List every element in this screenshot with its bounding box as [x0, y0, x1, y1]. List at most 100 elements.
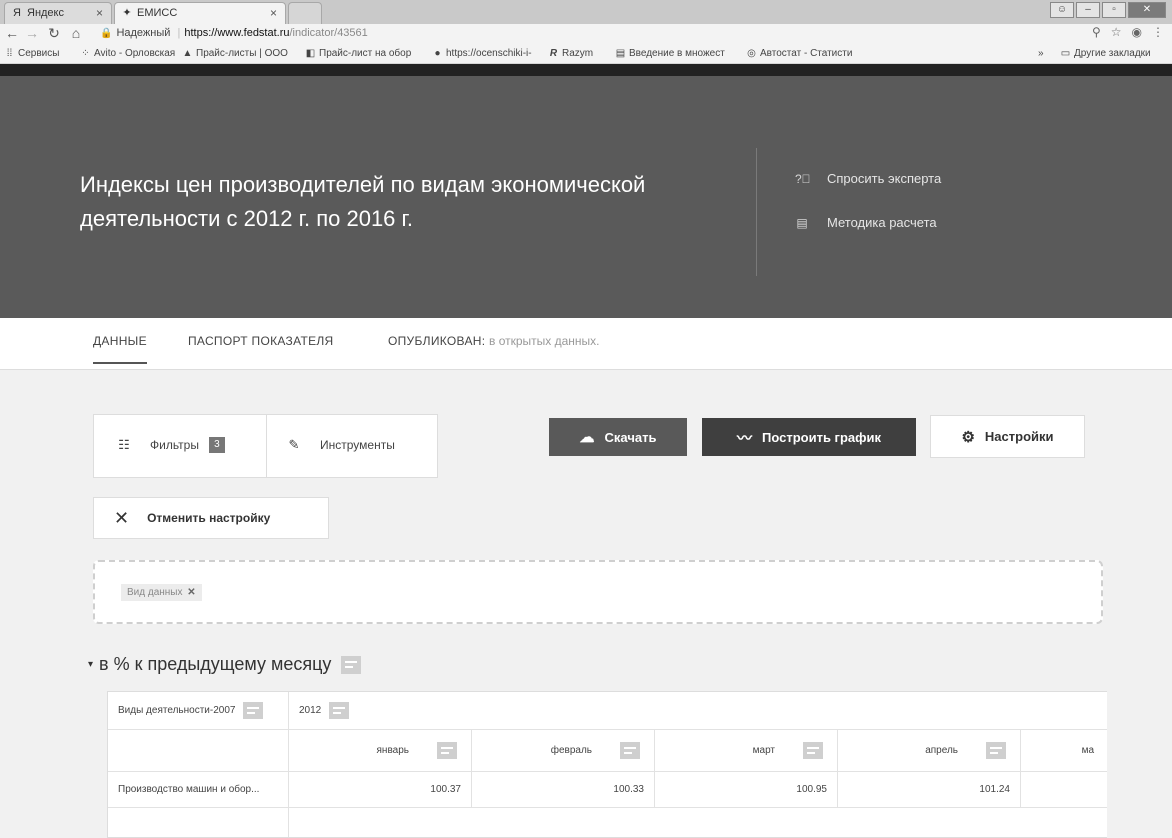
profile-icon[interactable]: ☺ — [1050, 2, 1074, 18]
url-host: https://www.fedstat.ru — [184, 27, 290, 39]
url-path: /indicator/43561 — [289, 27, 368, 39]
wrench-icon: ✎ — [288, 437, 300, 452]
page-subnav: ДАННЫЕ ПАСПОРТ ПОКАЗАТЕЛЯ ОПУБЛИКОВАН: в… — [0, 318, 1172, 370]
build-chart-button[interactable]: 〰 Построить график — [702, 418, 916, 456]
table-cell: 100.33 — [472, 772, 655, 808]
table-cell: 101.24 — [838, 772, 1021, 808]
filters-tools-panel: ☷ Фильтры 3 ✎ Инструменты — [93, 414, 438, 478]
gear-icon: ⚙ — [961, 428, 975, 446]
cancel-settings-label: Отменить настройку — [147, 511, 271, 525]
page-header: Индексы цен производителей по видам экон… — [0, 64, 1172, 318]
published-status: ОПУБЛИКОВАН: в открытых данных. — [388, 334, 600, 348]
tab-passport[interactable]: ПАСПОРТ ПОКАЗАТЕЛЯ — [188, 334, 334, 348]
panel-divider — [266, 415, 267, 477]
notes-icon[interactable] — [243, 702, 264, 719]
month-header[interactable]: март — [655, 730, 838, 772]
cloud-download-icon: ☁ — [579, 429, 595, 446]
bookmark-ocenschiki[interactable]: ● https://ocenschiki-i- — [432, 48, 531, 59]
month-header[interactable]: апрель — [838, 730, 1021, 772]
new-tab-button[interactable] — [288, 2, 322, 24]
row-label[interactable]: Производство машин и обор... — [108, 772, 289, 808]
row-dimension-header[interactable]: Виды деятельности-2007 — [108, 692, 289, 730]
table-row — [289, 808, 1107, 837]
razym-icon: R — [549, 48, 558, 59]
section-title: в % к предыдущему месяцу — [99, 654, 332, 674]
empty-header-cell — [108, 730, 289, 772]
table-cell: 100.95 — [655, 772, 838, 808]
bookmarks-bar: ⁞⁞ Сервисы ⁘ Avito - Орловская ▲ Прайс-лист… — [0, 44, 1172, 64]
forward-arrow-icon[interactable]: → — [24, 25, 40, 41]
month-header[interactable]: ма — [1021, 730, 1107, 772]
bookmark-services[interactable]: ⁞⁞ Сервисы — [4, 48, 60, 59]
tab-data[interactable]: ДАННЫЕ — [93, 334, 147, 364]
notes-icon[interactable] — [437, 742, 457, 759]
menu-icon[interactable]: ⋮ — [1152, 25, 1164, 39]
tools-button[interactable]: ✎ Инструменты — [284, 437, 395, 453]
back-arrow-icon[interactable]: ← — [4, 25, 20, 41]
header-divider — [756, 148, 757, 276]
methodology-link[interactable]: ▤ Методика расчета — [795, 215, 937, 230]
notes-icon[interactable] — [986, 742, 1006, 759]
remove-chip-icon[interactable]: ✕ — [185, 587, 195, 598]
star-icon[interactable]: ☆ — [1111, 25, 1122, 39]
close-window-icon[interactable]: ✕ — [1128, 2, 1166, 18]
published-value: в открытых данных. — [489, 334, 600, 348]
ask-expert-link[interactable]: ?⃝ Спросить эксперта — [795, 171, 941, 186]
collapse-arrow-icon[interactable]: ▾ — [88, 659, 93, 670]
bookmark-price-list-equipment[interactable]: ◧ Прайс-лист на обор — [305, 48, 412, 59]
settings-button[interactable]: ⚙ Настройки — [930, 415, 1085, 458]
zoom-icon[interactable]: ⚲ — [1092, 25, 1101, 39]
bookmark-price-lists[interactable]: ▲ Прайс-листы | ООО — [182, 48, 288, 59]
filter-dropzone[interactable]: Вид данных ✕ — [93, 560, 1103, 624]
notes-icon[interactable] — [803, 742, 823, 759]
url-input[interactable]: 🔒 Надежный | https://www.fedstat.ru/indica… — [100, 25, 1060, 42]
notes-icon[interactable] — [329, 702, 350, 719]
bookmark-other[interactable]: ▭ Другие закладки — [1060, 48, 1151, 59]
filters-button[interactable]: ☷ Фильтры 3 — [114, 437, 225, 453]
book-icon: ▤ — [615, 48, 626, 59]
bookmark-autostat[interactable]: ◎ Автостат - Статисти — [746, 48, 852, 59]
lock-icon: 🔒 — [100, 28, 113, 39]
table-cell — [1021, 772, 1107, 808]
browser-tab-yandex[interactable]: Я Яндекс × — [4, 2, 112, 24]
more-bookmarks-icon[interactable]: » — [1038, 48, 1044, 59]
filters-label: Фильтры — [150, 438, 199, 452]
maximize-icon[interactable]: ▫ — [1102, 2, 1126, 18]
bookmark-razym[interactable]: R Razym — [548, 48, 593, 59]
methodology-label: Методика расчета — [827, 215, 937, 230]
folder-icon: ▭ — [1060, 48, 1071, 59]
build-chart-label: Построить график — [762, 429, 882, 445]
tab-title: Яндекс — [27, 7, 64, 19]
line-chart-icon: 〰 — [736, 429, 752, 447]
address-bar: ← → ↻ ⌂ 🔒 Надежный | https://www.fedstat.r… — [0, 24, 1172, 44]
bookmark-avito[interactable]: ⁘ Avito - Орловская — [80, 48, 175, 59]
ask-expert-label: Спросить эксперта — [827, 171, 942, 186]
cancel-settings-button[interactable]: ✕ Отменить настройку — [93, 497, 329, 539]
section-header[interactable]: ▾ в % к предыдущему месяцу — [88, 654, 362, 675]
bookmark-intro-sets[interactable]: ▤ Введение в множест — [615, 48, 725, 59]
autostat-icon: ◎ — [747, 48, 756, 59]
download-button[interactable]: ☁ Скачать — [549, 418, 687, 456]
minimize-icon[interactable]: – — [1076, 2, 1100, 18]
data-table: Виды деятельности-2007 2012 январь февра… — [107, 691, 1107, 838]
home-icon[interactable]: ⌂ — [68, 25, 84, 41]
table-cell: 100.37 — [289, 772, 472, 808]
notes-icon[interactable] — [341, 655, 362, 674]
month-header[interactable]: февраль — [472, 730, 655, 772]
browser-tab-emiss[interactable]: ✦ ЕМИСС × — [114, 2, 286, 24]
site-top-bar — [0, 64, 1172, 76]
tools-label: Инструменты — [320, 438, 395, 452]
notes-icon[interactable] — [620, 742, 640, 759]
close-tab-icon[interactable]: × — [96, 6, 103, 20]
table-row — [108, 808, 289, 837]
extension-icon[interactable]: ◉ — [1132, 25, 1142, 39]
year-header[interactable]: 2012 — [289, 692, 1107, 730]
window-controls: ☺ – ▫ ✕ — [1050, 2, 1166, 18]
reload-icon[interactable]: ↻ — [46, 25, 62, 42]
close-icon: ✕ — [114, 507, 130, 528]
close-tab-icon[interactable]: × — [270, 6, 277, 20]
filter-chip-data-type[interactable]: Вид данных ✕ — [121, 584, 202, 601]
month-header[interactable]: январь — [289, 730, 472, 772]
filters-count-badge: 3 — [208, 437, 225, 453]
circle-icon: ● — [434, 48, 441, 59]
